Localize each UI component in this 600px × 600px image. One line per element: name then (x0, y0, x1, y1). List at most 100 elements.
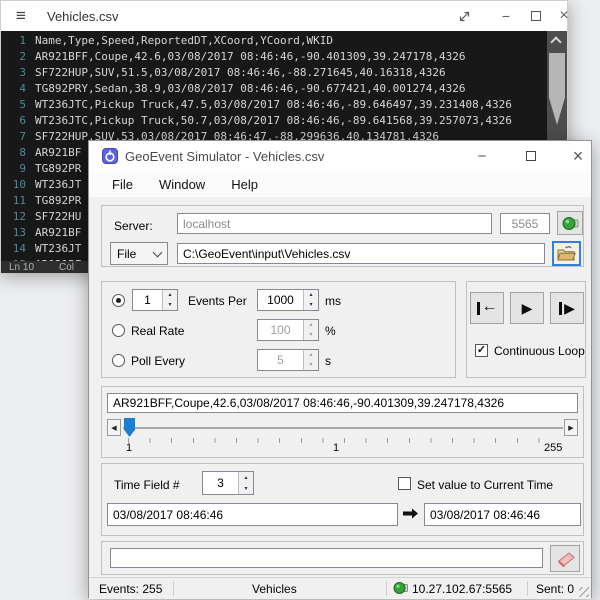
close-icon[interactable]: × (563, 141, 593, 171)
simulator-title: GeoEvent Simulator - Vehicles.csv (125, 149, 324, 164)
spinner-arrows-icon[interactable]: ▴▾ (238, 472, 253, 494)
events-per-label: Events Per (188, 294, 247, 308)
interval-value: 1000 (258, 290, 303, 310)
feed-name: Vehicles (252, 582, 297, 596)
hamburger-menu-icon[interactable]: ≡ (16, 8, 26, 24)
eraser-icon (555, 551, 575, 567)
minimize-icon[interactable]: − (467, 141, 497, 171)
statusbar-divider (527, 581, 528, 596)
minimize-icon[interactable]: − (493, 1, 519, 31)
menu-help[interactable]: Help (218, 172, 271, 197)
slider-right-button[interactable]: ▶ (564, 419, 578, 436)
events-per-radio[interactable] (112, 294, 125, 307)
line-number: 1 (1, 33, 26, 49)
line-number: 3 (1, 65, 26, 81)
clear-button[interactable] (550, 545, 580, 572)
time-field-spinner[interactable]: 3 ▴▾ (202, 471, 254, 495)
port-input[interactable]: 5565 (500, 213, 550, 234)
time-from-field[interactable]: 03/08/2017 08:46:46 (107, 503, 398, 526)
spinner-arrows-icon: ▴▾ (303, 350, 318, 370)
spinner-arrows-icon[interactable]: ▴▾ (162, 290, 177, 310)
line-text: SF722HU (35, 209, 81, 225)
line-number: 8 (1, 145, 26, 161)
line-text: TG892PRY,Sedan,38.9,03/08/2017 08:46:46,… (35, 81, 465, 97)
close-icon[interactable]: × (551, 1, 577, 31)
expand-icon[interactable] (451, 1, 477, 31)
progress-field (110, 548, 543, 568)
line-text: WT236JT (35, 177, 81, 193)
step-forward-icon (559, 302, 562, 315)
line-text: WT236JTC,Pickup Truck,50.7,03/08/2017 08… (35, 113, 512, 129)
line-number: 5 (1, 97, 26, 113)
real-rate-unit-label: % (325, 324, 336, 338)
play-icon: ▶ (522, 301, 533, 315)
current-event-field[interactable]: AR921BFF,Coupe,42.6,03/08/2017 08:46:46,… (107, 393, 578, 413)
slider-track[interactable] (123, 427, 563, 429)
poll-value: 5 (258, 350, 303, 370)
scroll-up-icon[interactable] (550, 36, 561, 47)
maximize-icon[interactable] (516, 141, 546, 171)
continuous-loop-label: Continuous Loop (494, 344, 585, 358)
line-text: TG892PR (35, 193, 81, 209)
line-text: AR921BFF,Coupe,42.6,03/08/2017 08:46:46,… (35, 49, 465, 65)
spinner-arrows-icon[interactable]: ▴▾ (303, 290, 318, 310)
real-rate-value: 100 (258, 320, 303, 340)
connection-group: Server: localhost 5565 File C:\GeoEvent\… (101, 205, 584, 267)
play-button[interactable]: ▶ (510, 292, 544, 324)
folder-open-icon (557, 246, 576, 261)
continuous-loop-checkbox[interactable]: ✓ (475, 344, 488, 357)
chevron-down-icon (153, 247, 163, 257)
app-icon (102, 148, 118, 169)
maximize-icon[interactable] (523, 1, 549, 31)
poll-every-radio[interactable] (112, 354, 125, 367)
editor-line: 5 WT236JTC,Pickup Truck,47.5,03/08/2017 0… (1, 97, 567, 113)
time-field-group: Time Field # 3 ▴▾ Set value to Current T… (101, 463, 584, 536)
menubar: File Window Help (89, 171, 591, 197)
step-forward-button[interactable]: ▶ (550, 292, 584, 324)
interval-spinner[interactable]: 1000 ▴▾ (257, 289, 319, 311)
sent-count: Sent: 0 (536, 582, 574, 596)
line-text: Name,Type,Speed,ReportedDT,XCoord,YCoord… (35, 33, 333, 49)
server-input[interactable]: localhost (177, 213, 492, 234)
poll-spinner: 5 ▴▾ (257, 349, 319, 371)
editor-line: 4 TG892PRY,Sedan,38.9,03/08/2017 08:46:46… (1, 81, 567, 97)
editor-titlebar: ≡ Vehicles.csv − × (1, 1, 567, 31)
simulator-statusbar: Events: 255 Vehicles 10.27.102.67:5565 S… (89, 577, 591, 599)
resize-grip[interactable] (579, 587, 589, 597)
editor-line: 6WT236JTC,Pickup Truck,50.7,03/08/2017 0… (1, 113, 567, 129)
source-type-select[interactable]: File (110, 242, 168, 265)
line-text: SF722HUP,SUV,51.5,03/08/2017 08:46:46,-8… (35, 65, 446, 81)
slider-min-label: 1 (126, 442, 132, 454)
skip-to-start-icon (477, 302, 480, 315)
poll-unit-label: s (325, 354, 331, 368)
time-to-field[interactable]: 03/08/2017 08:46:46 (424, 503, 581, 526)
scrollbar-thumb[interactable] (549, 53, 565, 125)
set-current-time-label: Set value to Current Time (417, 478, 553, 492)
event-group: AR921BFF,Coupe,42.6,03/08/2017 08:46:46,… (101, 386, 584, 458)
line-text: WT236JTC,Pickup Truck,47.5,03/08/2017 08… (35, 97, 512, 113)
events-count-spinner[interactable]: 1 ▴▾ (132, 289, 178, 311)
line-number: 14 (1, 241, 26, 257)
file-path-input[interactable]: C:\GeoEvent\input\Vehicles.csv (177, 243, 545, 264)
editor-title: Vehicles.csv (47, 9, 119, 24)
real-rate-label: Real Rate (131, 324, 184, 338)
poll-every-label: Poll Every (131, 354, 185, 368)
skip-to-start-button[interactable]: ← (470, 292, 504, 324)
line-number: 2 (1, 49, 26, 65)
connect-indicator-icon (562, 216, 579, 231)
connect-button[interactable] (557, 211, 583, 235)
set-current-time-checkbox[interactable] (398, 477, 411, 490)
time-field-value: 3 (203, 472, 238, 494)
browse-button[interactable] (552, 241, 581, 266)
server-label: Server: (114, 219, 153, 233)
line-text: TG892PR (35, 161, 81, 177)
real-rate-radio[interactable] (112, 324, 125, 337)
slider-left-button[interactable]: ◀ (107, 419, 121, 436)
screen: ≡ Vehicles.csv − × 1 Name,Type,Speed,Repo… (0, 0, 600, 600)
line-number: 4 (1, 81, 26, 97)
line-number: 9 (1, 161, 26, 177)
menu-file[interactable]: File (99, 172, 146, 197)
menu-window[interactable]: Window (146, 172, 218, 197)
slider-thumb[interactable] (124, 418, 135, 437)
events-count-value: 1 (133, 290, 162, 310)
